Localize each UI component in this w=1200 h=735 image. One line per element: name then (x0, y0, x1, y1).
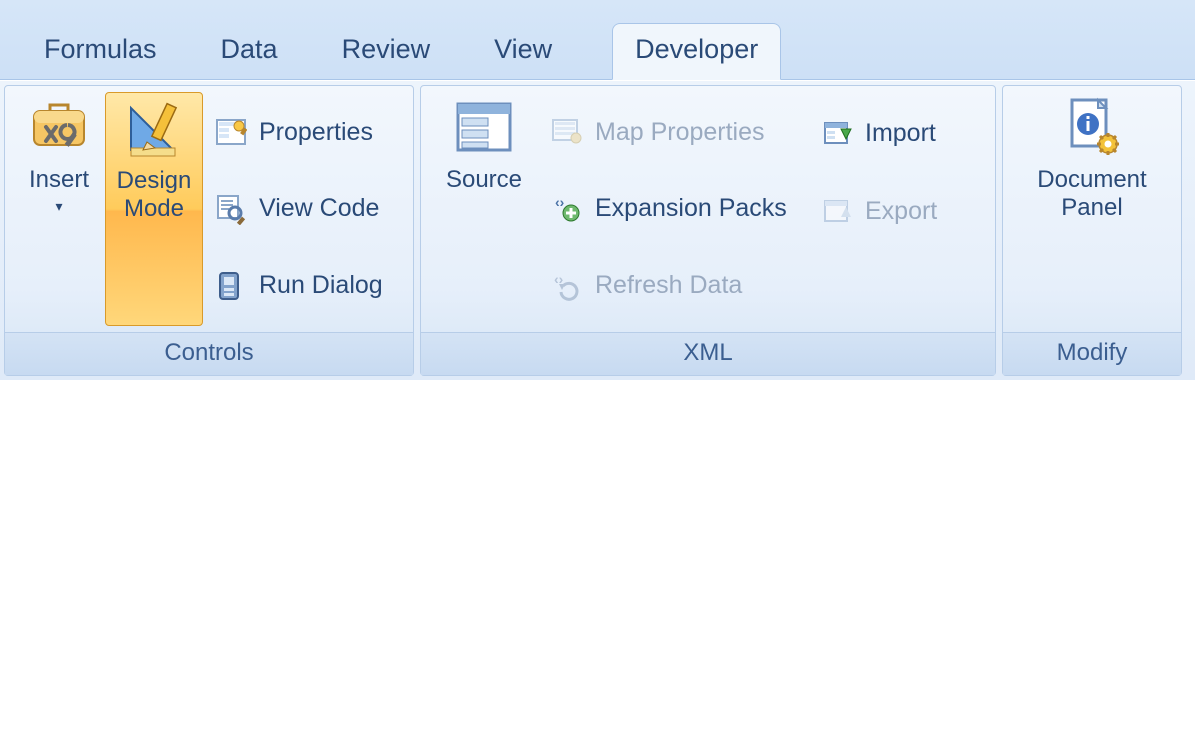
export-button[interactable]: Export (813, 189, 975, 233)
document-panel-label: Document Panel (1037, 166, 1146, 221)
group-modify-label: Modify (1003, 332, 1181, 375)
expansion-packs-button[interactable]: ‹› Expansion Packs (543, 187, 805, 231)
document-panel-icon (1060, 96, 1124, 160)
export-icon (819, 193, 855, 229)
group-modify: Document Panel Modify (1002, 85, 1182, 376)
properties-button[interactable]: Properties (207, 110, 389, 154)
ribbon-tabstrip: Formulas Data Review View Developer (0, 0, 1195, 80)
import-button[interactable]: Import (813, 111, 975, 155)
run-dialog-label: Run Dialog (259, 271, 383, 300)
document-panel-button[interactable]: Document Panel (1012, 92, 1172, 326)
tab-view[interactable]: View (490, 24, 556, 79)
group-xml-label: XML (421, 332, 995, 375)
tab-developer[interactable]: Developer (612, 23, 781, 80)
expansion-packs-icon: ‹› (549, 191, 585, 227)
view-code-icon (213, 191, 249, 227)
ribbon-body: Insert ▾ D (0, 80, 1195, 380)
properties-icon (213, 114, 249, 150)
export-label: Export (865, 197, 937, 226)
insert-label: Insert (29, 166, 89, 194)
expansion-packs-label: Expansion Packs (595, 194, 787, 223)
source-button[interactable]: Source (429, 92, 539, 326)
refresh-data-icon: ‹› (549, 268, 585, 304)
tab-formulas[interactable]: Formulas (40, 24, 161, 79)
group-controls-label: Controls (5, 332, 413, 375)
map-properties-icon (549, 114, 585, 150)
refresh-data-button[interactable]: ‹› Refresh Data (543, 264, 805, 308)
source-label: Source (446, 166, 522, 194)
developer-ribbon: Formulas Data Review View Developer (0, 0, 1195, 380)
svg-text:‹›: ‹› (555, 194, 565, 210)
map-properties-label: Map Properties (595, 118, 765, 147)
toolbox-icon (27, 96, 91, 160)
view-code-button[interactable]: View Code (207, 187, 389, 231)
import-icon (819, 115, 855, 151)
group-xml: Source Map Proper (420, 85, 996, 376)
insert-button[interactable]: Insert ▾ (13, 92, 105, 326)
design-mode-label: Design Mode (117, 167, 192, 222)
import-label: Import (865, 119, 936, 148)
map-properties-button[interactable]: Map Properties (543, 110, 805, 154)
source-icon (452, 96, 516, 160)
group-controls: Insert ▾ D (4, 85, 414, 376)
properties-label: Properties (259, 118, 373, 147)
design-mode-icon (122, 97, 186, 161)
refresh-data-label: Refresh Data (595, 271, 742, 300)
run-dialog-button[interactable]: Run Dialog (207, 264, 389, 308)
dropdown-icon: ▾ (55, 198, 62, 214)
design-mode-button[interactable]: Design Mode (105, 92, 203, 326)
run-dialog-icon (213, 268, 249, 304)
view-code-label: View Code (259, 194, 379, 223)
tab-review[interactable]: Review (338, 24, 435, 79)
tab-data[interactable]: Data (217, 24, 282, 79)
